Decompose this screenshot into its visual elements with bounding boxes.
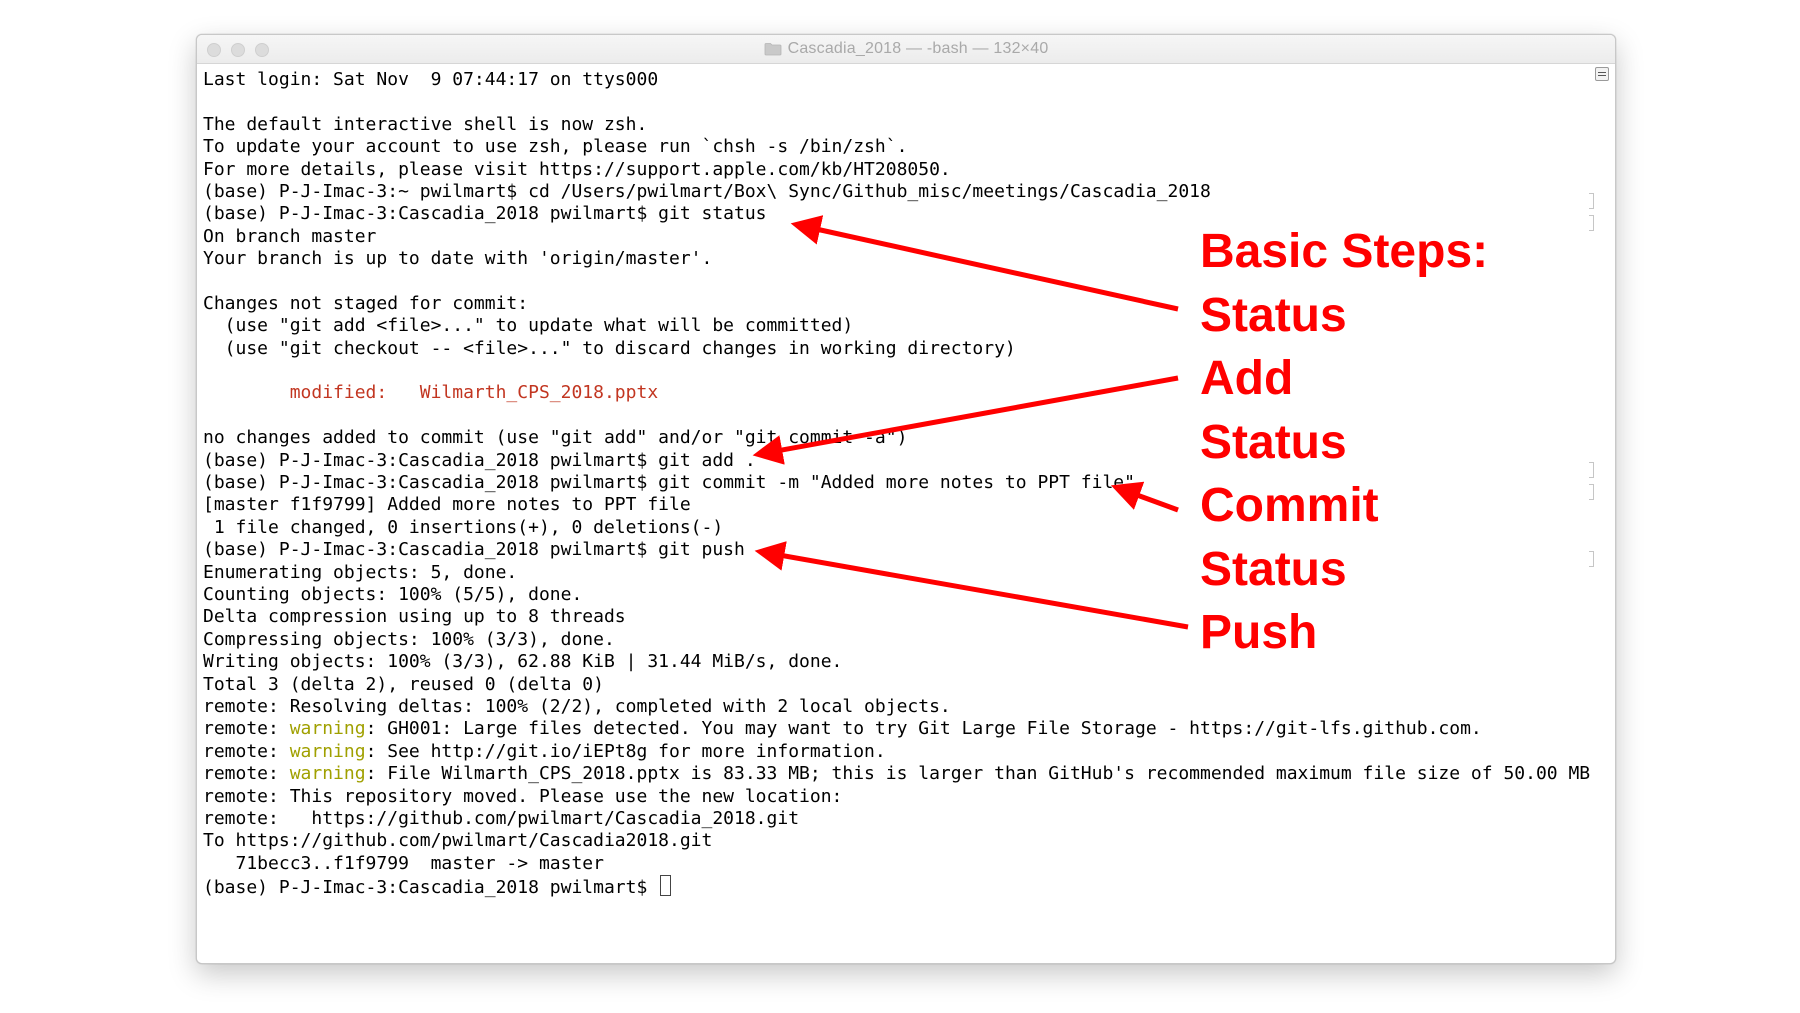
line-text: (base) P-J-Imac-3:Cascadia_2018 pwilmart… <box>203 472 1135 494</box>
line-rest: : File Wilmarth_CPS_2018.pptx is 83.33 M… <box>365 763 1591 785</box>
terminal-line: Counting objects: 100% (5/5), done. <box>203 584 1590 606</box>
terminal-line: (base) P-J-Imac-3:Cascadia_2018 pwilmart… <box>203 875 1590 899</box>
line-text: (base) P-J-Imac-3:Cascadia_2018 pwilmart… <box>203 539 745 561</box>
terminal-line: Last login: Sat Nov 9 07:44:17 on ttys00… <box>203 69 1590 91</box>
annotation-step: Push <box>1200 606 1318 659</box>
annotation-step: Status <box>1200 543 1347 596</box>
line-text: no changes added to commit (use "git add… <box>203 427 908 449</box>
line-text: (base) P-J-Imac-3:Cascadia_2018 pwilmart… <box>203 877 659 899</box>
line-text: Compressing objects: 100% (3/3), done. <box>203 628 615 650</box>
terminal-line: remote: https://github.com/pwilmart/Casc… <box>203 808 1590 830</box>
line-text: (use "git checkout -- <file>..." to disc… <box>203 337 1016 359</box>
prompt-mark <box>1589 462 1594 478</box>
line-prefix: remote: <box>203 718 290 740</box>
terminal-line: (use "git checkout -- <file>..." to disc… <box>203 338 1590 360</box>
terminal-line: Changes not staged for commit: <box>203 293 1590 315</box>
line-rest: : See http://git.io/iEPt8g for more info… <box>365 740 886 762</box>
line-text: To https://github.com/pwilmart/Cascadia2… <box>203 830 713 852</box>
terminal-line: [master f1f9799] Added more notes to PPT… <box>203 494 1590 516</box>
line-text: remote: Resolving deltas: 100% (2/2), co… <box>203 695 951 717</box>
terminal-line: The default interactive shell is now zsh… <box>203 114 1590 136</box>
line-text: On branch master <box>203 225 377 247</box>
annotation-step: Status <box>1200 289 1347 342</box>
warning-label: warning <box>289 718 366 740</box>
prompt-mark <box>1589 215 1594 231</box>
terminal-line: (base) P-J-Imac-3:Cascadia_2018 pwilmart… <box>203 472 1590 494</box>
terminal-line: remote: Resolving deltas: 100% (2/2), co… <box>203 696 1590 718</box>
line-text: The default interactive shell is now zsh… <box>203 113 648 135</box>
line-text: remote: This repository moved. Please us… <box>203 785 843 807</box>
terminal-line: Writing objects: 100% (3/3), 62.88 KiB |… <box>203 651 1590 673</box>
line-text: 71becc3..f1f9799 master -> master <box>203 852 604 874</box>
line-text: Counting objects: 100% (5/5), done. <box>203 583 583 605</box>
text-cursor[interactable] <box>660 875 672 897</box>
line-text: [master f1f9799] Added more notes to PPT… <box>203 494 691 516</box>
line-text: Writing objects: 100% (3/3), 62.88 KiB |… <box>203 651 843 673</box>
title-bar: Cascadia_2018 — -bash — 132×40 <box>197 35 1615 64</box>
terminal-line: Enumerating objects: 5, done. <box>203 562 1590 584</box>
terminal-line: (base) P-J-Imac-3:~ pwilmart$ cd /Users/… <box>203 181 1590 203</box>
terminal-line: remote: warning: See http://git.io/iEPt8… <box>203 741 1590 763</box>
modified-file-line: modified: Wilmarth_CPS_2018.pptx <box>203 382 659 404</box>
line-text: Enumerating objects: 5, done. <box>203 561 518 583</box>
line-text: remote: https://github.com/pwilmart/Casc… <box>203 807 800 829</box>
line-prefix: remote: <box>203 740 290 762</box>
line-text: 1 file changed, 0 insertions(+), 0 delet… <box>203 516 724 538</box>
window-title-group: Cascadia_2018 — -bash — 132×40 <box>197 35 1615 63</box>
annotation-step: Commit <box>1200 479 1379 532</box>
terminal-line: (base) P-J-Imac-3:Cascadia_2018 pwilmart… <box>203 450 1590 472</box>
line-text: To update your account to use zsh, pleas… <box>203 136 908 158</box>
terminal-line: (use "git add <file>..." to update what … <box>203 315 1590 337</box>
scrollback-menu-icon[interactable] <box>1595 67 1609 81</box>
window-title: Cascadia_2018 — -bash — 132×40 <box>787 40 1049 57</box>
terminal-line: remote: This repository moved. Please us… <box>203 786 1590 808</box>
terminal-line: Compressing objects: 100% (3/3), done. <box>203 629 1590 651</box>
line-prefix: remote: <box>203 763 290 785</box>
terminal-output: Last login: Sat Nov 9 07:44:17 on ttys00… <box>203 69 1590 899</box>
prompt-mark <box>1589 193 1594 209</box>
annotation-step: Add <box>1200 352 1294 405</box>
warning-label: warning <box>289 740 366 762</box>
line-rest: : GH001: Large files detected. You may w… <box>365 718 1482 740</box>
line-text: Your branch is up to date with 'origin/m… <box>203 248 713 270</box>
terminal-line: remote: warning: GH001: Large files dete… <box>203 718 1590 740</box>
line-text: (base) P-J-Imac-3:Cascadia_2018 pwilmart… <box>203 449 756 471</box>
line-text: Delta compression using up to 8 threads <box>203 606 626 628</box>
terminal-line: remote: warning: File Wilmarth_CPS_2018.… <box>203 763 1590 785</box>
terminal-window: Cascadia_2018 — -bash — 132×40 Last logi… <box>196 34 1616 964</box>
annotation-step: Status <box>1200 416 1347 469</box>
terminal-line: (base) P-J-Imac-3:Cascadia_2018 pwilmart… <box>203 203 1590 225</box>
folder-icon <box>764 42 782 56</box>
terminal-line: 71becc3..f1f9799 master -> master <box>203 853 1590 875</box>
terminal-line: To https://github.com/pwilmart/Cascadia2… <box>203 830 1590 852</box>
terminal-line: To update your account to use zsh, pleas… <box>203 136 1590 158</box>
line-text: For more details, please visit https://s… <box>203 158 951 180</box>
terminal-line: modified: Wilmarth_CPS_2018.pptx <box>203 382 1590 404</box>
terminal-area[interactable]: Last login: Sat Nov 9 07:44:17 on ttys00… <box>197 64 1615 963</box>
line-text: Last login: Sat Nov 9 07:44:17 on ttys00… <box>203 69 659 90</box>
terminal-line: no changes added to commit (use "git add… <box>203 427 1590 449</box>
line-text: Changes not staged for commit: <box>203 292 529 314</box>
line-text: Total 3 (delta 2), reused 0 (delta 0) <box>203 673 604 695</box>
terminal-line: Delta compression using up to 8 threads <box>203 606 1590 628</box>
line-text: (base) P-J-Imac-3:Cascadia_2018 pwilmart… <box>203 203 767 225</box>
terminal-line: (base) P-J-Imac-3:Cascadia_2018 pwilmart… <box>203 539 1590 561</box>
terminal-line: For more details, please visit https://s… <box>203 159 1590 181</box>
prompt-mark <box>1589 484 1594 500</box>
warning-label: warning <box>289 763 366 785</box>
terminal-line: 1 file changed, 0 insertions(+), 0 delet… <box>203 517 1590 539</box>
prompt-mark <box>1589 551 1594 567</box>
terminal-line: Total 3 (delta 2), reused 0 (delta 0) <box>203 674 1590 696</box>
annotation-heading: Basic Steps: <box>1200 225 1489 278</box>
line-text: (base) P-J-Imac-3:~ pwilmart$ cd /Users/… <box>203 180 1211 202</box>
line-text: (use "git add <file>..." to update what … <box>203 315 854 337</box>
